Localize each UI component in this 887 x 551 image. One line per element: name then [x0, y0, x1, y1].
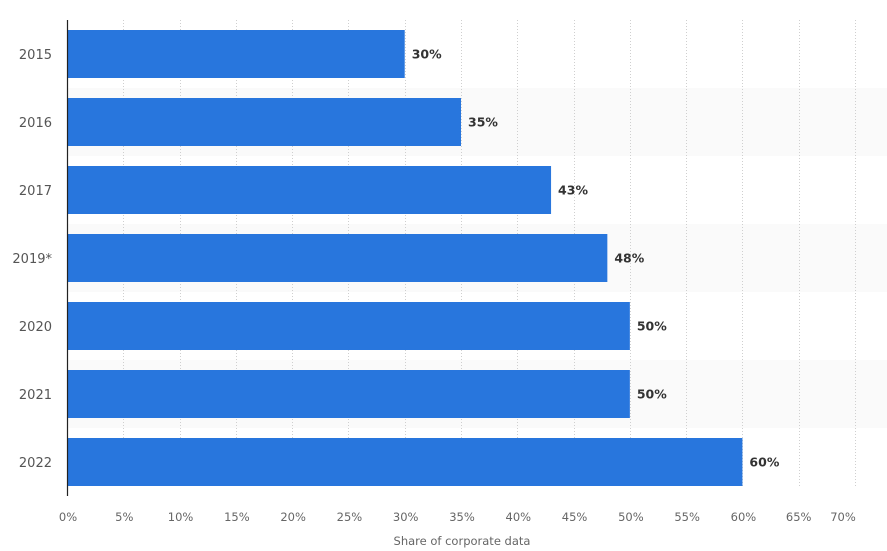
x-tick-label: 5%	[115, 510, 133, 524]
bar-chart: 30%35%43%48%50%50%60% 2015201620172019*2…	[12, 20, 887, 548]
y-tick-label: 2019*	[12, 252, 52, 267]
x-tick-label: 50%	[618, 510, 644, 524]
y-tick-label: 2021	[19, 388, 52, 403]
x-tick-label: 40%	[506, 510, 532, 524]
x-tick-label: 65%	[786, 510, 812, 524]
x-axis-ticks: 0% 5% 10% 15% 20% 25% 30% 35% 40% 45% 50% 55% 60% 65%…	[59, 510, 856, 524]
bar-2020[interactable]	[67, 302, 630, 350]
x-tick-label: 15%	[224, 510, 250, 524]
y-tick-label: 2017	[19, 184, 52, 199]
x-tick-label: 20%	[280, 510, 306, 524]
bar-2022[interactable]	[67, 438, 743, 486]
x-tick-label: 30%	[393, 510, 419, 524]
bar-2019*[interactable]	[67, 234, 608, 282]
bar-2017[interactable]	[67, 166, 552, 214]
data-label: 50%	[637, 387, 667, 402]
x-tick-label: 70%	[830, 510, 856, 524]
x-tick-label: 45%	[562, 510, 588, 524]
x-axis-label: Share of corporate data	[394, 534, 531, 548]
data-label: 60%	[749, 455, 779, 470]
data-label: 50%	[637, 319, 667, 334]
x-tick-label: 60%	[731, 510, 757, 524]
y-tick-label: 2015	[19, 48, 52, 63]
x-tick-label: 55%	[674, 510, 700, 524]
data-label: 43%	[558, 183, 588, 198]
data-label: 30%	[412, 47, 442, 62]
y-tick-label: 2020	[19, 320, 52, 335]
y-axis-ticks: 2015 2016 2017 2019* 2020 2021 2022	[12, 48, 52, 471]
data-label: 35%	[468, 115, 498, 130]
bar-2016[interactable]	[67, 98, 461, 146]
bar-2021[interactable]	[67, 370, 630, 418]
x-tick-label: 25%	[337, 510, 363, 524]
x-tick-label: 35%	[449, 510, 475, 524]
y-tick-label: 2022	[19, 456, 52, 471]
y-tick-label: 2016	[19, 116, 52, 131]
bar-2015[interactable]	[67, 30, 405, 78]
x-tick-label: 10%	[168, 510, 194, 524]
x-tick-label: 0%	[59, 510, 77, 524]
data-label: 48%	[614, 251, 644, 266]
